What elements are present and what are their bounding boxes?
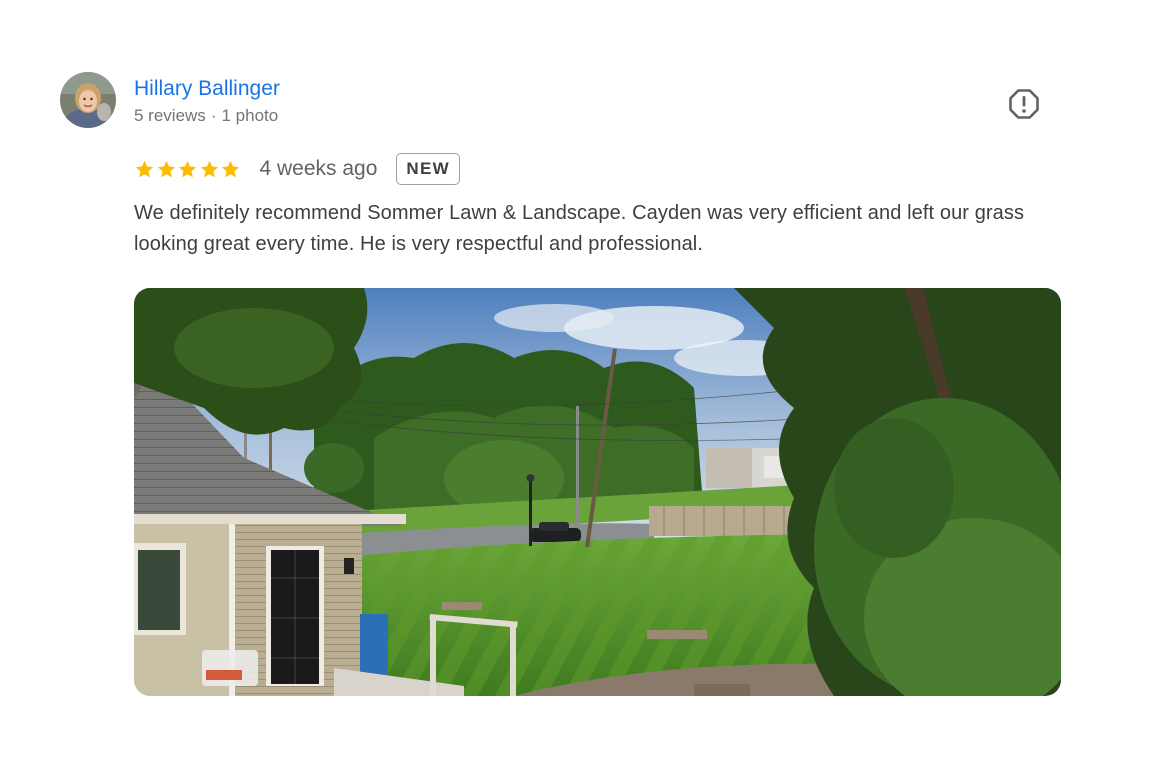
meta-separator: · <box>210 106 217 125</box>
report-flag-icon <box>1009 89 1039 119</box>
review-text: We definitely recommend Sommer Lawn & La… <box>134 202 1025 255</box>
star-icon <box>220 159 241 180</box>
review-date: 4 weeks ago <box>259 157 378 180</box>
reviewer-meta: 5 reviews · 1 photo <box>134 105 278 127</box>
rating-row: 4 weeks ago NEW <box>134 150 460 188</box>
review-card: Hillary Ballinger 5 reviews · 1 photo 4 we… <box>0 0 1168 782</box>
star-icon <box>199 159 220 180</box>
reviewer-avatar[interactable] <box>60 72 116 128</box>
reviewer-name-link[interactable]: Hillary Ballinger <box>134 76 280 102</box>
review-photo[interactable] <box>134 288 1061 696</box>
star-icon <box>134 159 155 180</box>
report-review-button[interactable] <box>1006 86 1042 122</box>
new-badge: NEW <box>396 153 460 185</box>
star-icon <box>177 159 198 180</box>
star-rating <box>134 157 242 181</box>
avatar-image <box>60 72 116 128</box>
photos-count: 1 photo <box>221 106 279 125</box>
reviews-count: 5 reviews <box>134 106 206 125</box>
star-icon <box>156 159 177 180</box>
review-photo-image <box>134 288 1061 696</box>
